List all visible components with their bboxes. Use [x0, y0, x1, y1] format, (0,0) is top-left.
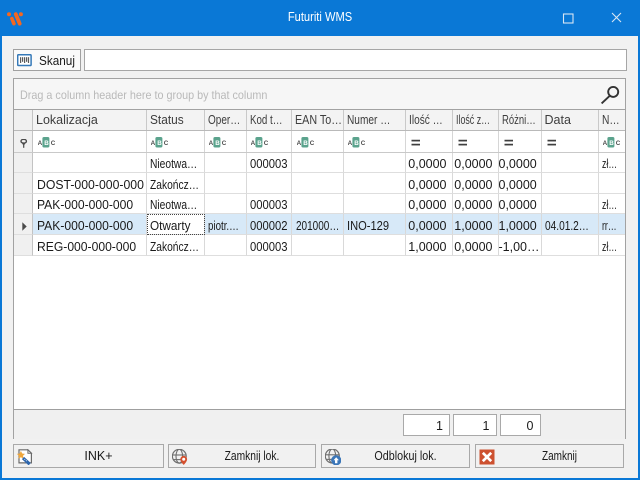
- svg-text:A: A: [38, 140, 43, 147]
- svg-text:A: A: [348, 140, 353, 147]
- svg-text:B: B: [44, 140, 49, 147]
- svg-text:C: C: [222, 140, 226, 147]
- svg-text:A: A: [251, 140, 256, 147]
- svg-text:C: C: [309, 140, 313, 147]
- svg-text:B: B: [303, 140, 308, 147]
- svg-text:B: B: [609, 140, 614, 147]
- svg-text:A: A: [151, 140, 156, 147]
- svg-text:C: C: [264, 140, 268, 147]
- svg-text:A: A: [297, 140, 302, 147]
- svg-text:B: B: [257, 140, 262, 147]
- svg-text:C: C: [361, 140, 365, 147]
- svg-text:C: C: [50, 140, 54, 147]
- svg-text:B: B: [354, 140, 359, 147]
- svg-text:A: A: [603, 140, 608, 147]
- svg-text:A: A: [209, 140, 214, 147]
- svg-text:C: C: [164, 140, 168, 147]
- svg-text:B: B: [215, 140, 220, 147]
- svg-text:B: B: [157, 140, 162, 147]
- svg-text:C: C: [616, 140, 620, 147]
